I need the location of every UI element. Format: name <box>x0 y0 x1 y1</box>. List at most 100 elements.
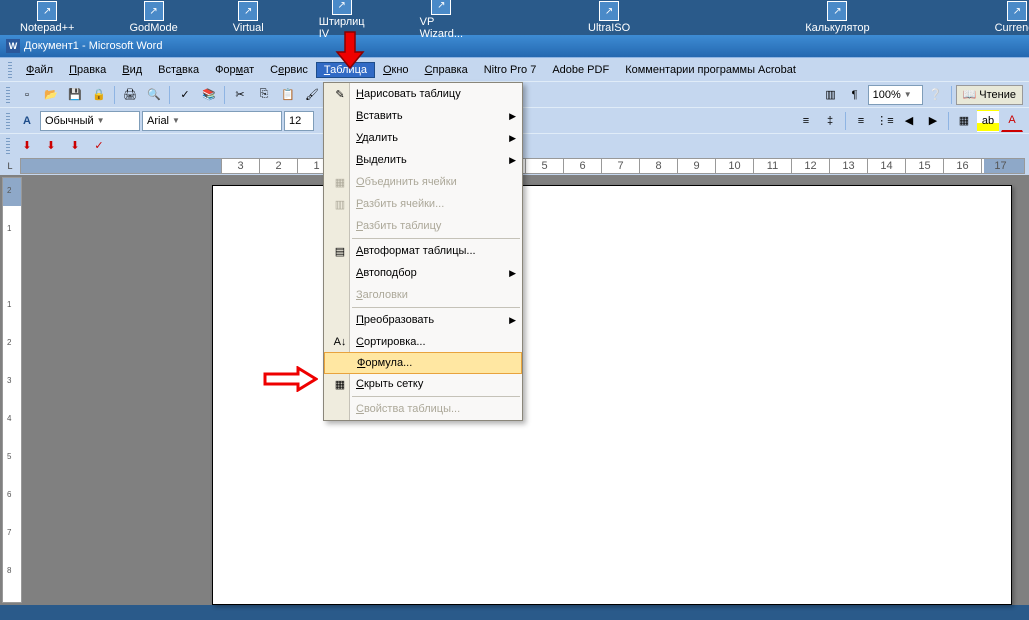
submenu-arrow-icon: ▶ <box>509 133 516 144</box>
desktop-icon-godmode[interactable]: ↗GodMode <box>129 1 177 34</box>
menu-item-сортировка-[interactable]: A↓Сортировка... <box>324 331 522 353</box>
submenu-arrow-icon: ▶ <box>509 268 516 279</box>
pdf-button-3[interactable]: ⬇ <box>64 135 86 157</box>
menu-item-icon: ▤ <box>328 245 352 258</box>
desktop-icon-notepad[interactable]: ↗Notepad++ <box>20 1 74 34</box>
menubar: ФайлПравкаВидВставкаФорматСервисТаблицаО… <box>0 57 1029 81</box>
font-color-button[interactable]: A <box>1001 110 1023 132</box>
columns-button[interactable]: ▥ <box>820 84 842 106</box>
menu-separator <box>352 396 520 397</box>
save-button[interactable]: 💾 <box>64 84 86 106</box>
desktop-icon-virtual[interactable]: ↗Virtual <box>233 1 264 34</box>
pdf-button-1[interactable]: ⬇ <box>16 135 38 157</box>
pdf-button-4[interactable]: ✓ <box>88 135 110 157</box>
menu-item-icon: A↓ <box>328 336 352 348</box>
menu-item-icon: ▦ <box>328 176 352 189</box>
ruler-corner: L <box>0 157 20 175</box>
spellcheck-button[interactable]: ✓ <box>174 84 196 106</box>
desktop-row: ↗Notepad++ ↗GodMode ↗Virtual ↗Штирлиц IV… <box>0 0 1029 35</box>
cut-button[interactable]: ✂ <box>229 84 251 106</box>
menu-item-label: Заголовки <box>352 289 502 301</box>
desktop-icon-vpwizard[interactable]: ↗VP Wizard... <box>420 0 463 40</box>
help-button[interactable]: ❔ <box>925 84 947 106</box>
desktop-icon-currency[interactable]: ↗Currency <box>995 1 1029 34</box>
annotation-arrow-down <box>335 30 365 70</box>
menu-комментарии-программы-acrobat[interactable]: Комментарии программы Acrobat <box>617 62 804 78</box>
menu-item-заголовки: Заголовки <box>324 284 522 306</box>
paste-button[interactable]: 📋 <box>277 84 299 106</box>
highlight-button[interactable]: ab <box>977 110 999 132</box>
menu-item-преобразовать[interactable]: Преобразовать▶ <box>324 309 522 331</box>
menu-сервис[interactable]: Сервис <box>262 62 316 78</box>
research-button[interactable]: 📚 <box>198 84 220 106</box>
menu-item-label: Преобразовать <box>352 314 502 326</box>
pdf-button-2[interactable]: ⬇ <box>40 135 62 157</box>
menu-separator <box>352 307 520 308</box>
menu-item-label: Объединить ячейки <box>352 176 502 188</box>
menu-item-разбить-таблицу: Разбить таблицу <box>324 215 522 237</box>
font-combo[interactable]: Arial▼ <box>142 111 282 131</box>
menu-item-нарисовать-таблицу[interactable]: ✎Нарисовать таблицу <box>324 83 522 105</box>
font-size-combo[interactable]: 12 <box>284 111 314 131</box>
menu-item-автоформат-таблицы-[interactable]: ▤Автоформат таблицы... <box>324 240 522 262</box>
menu-item-объединить-ячейки: ▦Объединить ячейки <box>324 171 522 193</box>
toolbar-grip[interactable] <box>6 87 10 103</box>
toolbar-grip[interactable] <box>8 62 12 78</box>
styles-button[interactable]: A <box>16 110 38 132</box>
menu-окно[interactable]: Окно <box>375 62 417 78</box>
menu-формат[interactable]: Формат <box>207 62 262 78</box>
desktop-icon-calculator[interactable]: ↗Калькулятор <box>805 1 869 34</box>
menu-adobe-pdf[interactable]: Adobe PDF <box>544 62 617 78</box>
permissions-button[interactable]: 🔒 <box>88 84 110 106</box>
menu-item-выделить[interactable]: Выделить ▶ <box>324 149 522 171</box>
borders-button[interactable]: ▦ <box>953 110 975 132</box>
menu-item-label: Разбить ячейки... <box>352 198 502 210</box>
toolbar-grip[interactable] <box>6 113 10 129</box>
menu-item-автоподбор[interactable]: Автоподбор ▶ <box>324 262 522 284</box>
toolbar-grip[interactable] <box>6 138 10 154</box>
menu-item-label: Свойства таблицы... <box>352 403 502 415</box>
decrease-indent-button[interactable]: ◀ <box>898 110 920 132</box>
line-spacing-button[interactable]: ‡ <box>819 110 841 132</box>
menu-separator <box>352 238 520 239</box>
menu-item-label: Сортировка... <box>352 336 502 348</box>
document-background <box>22 175 1029 605</box>
titlebar: W Документ1 - Microsoft Word <box>0 35 1029 57</box>
menu-item-удалить[interactable]: Удалить▶ <box>324 127 522 149</box>
menu-item-вставить[interactable]: Вставить ▶ <box>324 105 522 127</box>
menu-вид[interactable]: Вид <box>114 62 150 78</box>
menu-item-label: Выделить <box>352 154 502 166</box>
new-button[interactable]: ▫ <box>16 84 38 106</box>
desktop-icon-ultraiso[interactable]: ↗UltraISO <box>588 1 630 34</box>
reading-mode-button[interactable]: 📖 Чтение <box>956 85 1023 105</box>
menu-item-скрыть-сетку[interactable]: ▦Скрыть сетку <box>324 373 522 395</box>
vertical-ruler[interactable]: 2112345678 <box>2 177 22 603</box>
print-button[interactable]: 🖨 <box>119 84 141 106</box>
bullets-button[interactable]: ⋮≡ <box>874 110 896 132</box>
menu-item-label: Скрыть сетку <box>352 378 502 390</box>
align-justify-button[interactable]: ≡ <box>795 110 817 132</box>
menu-item-label: Формула... <box>353 357 501 369</box>
menu-nitro-pro-7[interactable]: Nitro Pro 7 <box>476 62 545 78</box>
submenu-arrow-icon: ▶ <box>509 155 516 166</box>
show-marks-button[interactable]: ¶ <box>844 84 866 106</box>
numbering-button[interactable]: ≡ <box>850 110 872 132</box>
preview-button[interactable]: 🔍 <box>143 84 165 106</box>
menu-item-label: Автоподбор <box>352 267 502 279</box>
menu-item-формула-[interactable]: Формула... <box>324 352 522 374</box>
style-combo[interactable]: Обычный▼ <box>40 111 140 131</box>
zoom-combo[interactable]: 100%▼ <box>868 85 923 105</box>
increase-indent-button[interactable]: ▶ <box>922 110 944 132</box>
menu-справка[interactable]: Справка <box>417 62 476 78</box>
menu-item-label: Вставить <box>352 110 502 122</box>
menu-правка[interactable]: Правка <box>61 62 114 78</box>
menu-вставка[interactable]: Вставка <box>150 62 207 78</box>
menu-файл[interactable]: Файл <box>18 62 61 78</box>
format-painter-button[interactable]: 🖌 <box>301 84 323 106</box>
copy-button[interactable]: ⎘ <box>253 84 275 106</box>
menu-item-label: Нарисовать таблицу <box>352 88 502 100</box>
window-title: Документ1 - Microsoft Word <box>24 40 162 52</box>
open-button[interactable]: 📂 <box>40 84 62 106</box>
menu-item-разбить-ячейки-: ▥Разбить ячейки... <box>324 193 522 215</box>
submenu-arrow-icon: ▶ <box>509 111 516 122</box>
